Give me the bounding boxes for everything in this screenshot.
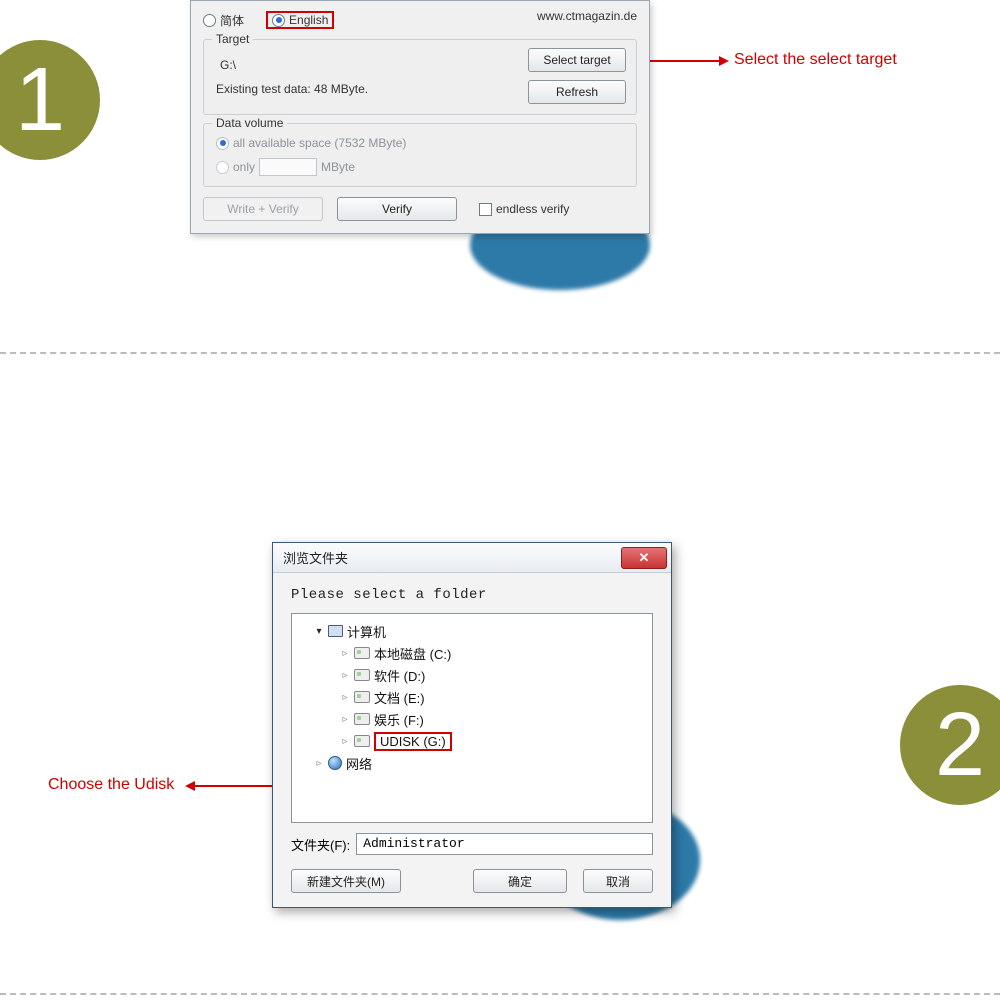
dv-only-radio: only MByte xyxy=(216,158,626,176)
drive-icon xyxy=(354,647,370,659)
tree-item-drive-g[interactable]: UDISK (G:) xyxy=(340,730,644,752)
dv-only-input xyxy=(259,158,317,176)
chevron-right-icon[interactable] xyxy=(340,692,350,702)
drive-icon xyxy=(354,691,370,703)
website-label: www.ctmagazin.de xyxy=(537,9,637,23)
lang-chinese-label: 简体 xyxy=(220,12,244,29)
annotation-text: Select the select target xyxy=(734,51,897,69)
h2testw-dialog: 简体 English www.ctmagazin.de Target G:\ E… xyxy=(190,0,650,234)
tree-label: 文档 (E:) xyxy=(374,688,425,707)
verify-button[interactable]: Verify xyxy=(337,197,457,221)
dialog-prompt: Please select a folder xyxy=(291,587,653,603)
chevron-right-icon[interactable] xyxy=(314,758,324,768)
folder-field[interactable]: Administrator xyxy=(356,833,653,855)
browse-folder-dialog: 浏览文件夹 ✕ Please select a folder 计算机 本地磁盘 … xyxy=(272,542,672,908)
close-button[interactable]: ✕ xyxy=(621,547,667,569)
dialog-title: 浏览文件夹 xyxy=(283,548,348,567)
tree-label: 网络 xyxy=(346,754,372,773)
dv-only-unit: MByte xyxy=(321,160,355,174)
chevron-right-icon[interactable] xyxy=(340,648,350,658)
tree-item-drive-c[interactable]: 本地磁盘 (C:) xyxy=(340,642,644,664)
radio-icon xyxy=(216,161,229,174)
radio-icon xyxy=(272,14,285,27)
select-target-button[interactable]: Select target xyxy=(528,48,626,72)
tree-item-network[interactable]: 网络 xyxy=(314,752,644,774)
tree-label: 娱乐 (F:) xyxy=(374,710,424,729)
chevron-right-icon[interactable] xyxy=(340,714,350,724)
checkbox-icon xyxy=(479,203,492,216)
target-fieldset: Target G:\ Existing test data: 48 MByte.… xyxy=(203,39,637,115)
ok-button[interactable]: 确定 xyxy=(473,869,567,893)
folder-field-label: 文件夹(F): xyxy=(291,835,350,854)
lang-english-radio[interactable]: English xyxy=(266,11,334,29)
endless-verify-label: endless verify xyxy=(496,202,569,216)
divider xyxy=(0,993,1000,995)
endless-verify-checkbox[interactable]: endless verify xyxy=(479,202,569,216)
target-fieldset-title: Target xyxy=(212,32,253,46)
refresh-button[interactable]: Refresh xyxy=(528,80,626,104)
tree-label: UDISK (G:) xyxy=(374,732,452,751)
new-folder-button[interactable]: 新建文件夹(M) xyxy=(291,869,401,893)
chevron-right-icon[interactable] xyxy=(340,736,350,746)
tree-item-computer[interactable]: 计算机 xyxy=(314,620,644,642)
annotation-text: Choose the Udisk xyxy=(48,776,174,794)
write-verify-button: Write + Verify xyxy=(203,197,323,221)
lang-english-label: English xyxy=(289,13,328,27)
dv-all-label: all available space (7532 MByte) xyxy=(233,136,406,150)
tree-item-drive-e[interactable]: 文档 (E:) xyxy=(340,686,644,708)
dv-only-label: only xyxy=(233,160,255,174)
drive-icon xyxy=(354,669,370,681)
divider xyxy=(0,352,1000,354)
step-badge-2: 2 xyxy=(900,685,1000,805)
computer-icon xyxy=(328,625,343,637)
dv-all-radio: all available space (7532 MByte) xyxy=(216,136,626,150)
drive-icon xyxy=(354,735,370,747)
chevron-right-icon[interactable] xyxy=(340,670,350,680)
tree-item-drive-f[interactable]: 娱乐 (F:) xyxy=(340,708,644,730)
titlebar: 浏览文件夹 ✕ xyxy=(273,543,671,573)
data-volume-fieldset: Data volume all available space (7532 MB… xyxy=(203,123,637,187)
cancel-button[interactable]: 取消 xyxy=(583,869,653,893)
lang-chinese-radio[interactable]: 简体 xyxy=(203,12,244,29)
radio-icon xyxy=(216,137,229,150)
tree-label: 计算机 xyxy=(347,622,386,641)
chevron-down-icon[interactable] xyxy=(314,626,324,636)
tree-label: 本地磁盘 (C:) xyxy=(374,644,451,663)
step-badge-1: 1 xyxy=(0,40,100,160)
close-icon: ✕ xyxy=(639,550,650,566)
target-path: G:\ xyxy=(220,58,516,72)
network-icon xyxy=(328,756,342,770)
tree-label: 软件 (D:) xyxy=(374,666,425,685)
drive-icon xyxy=(354,713,370,725)
folder-tree[interactable]: 计算机 本地磁盘 (C:) 软件 (D:) 文档 (E:) 娱乐 (F:) xyxy=(291,613,653,823)
radio-icon xyxy=(203,14,216,27)
existing-data-label: Existing test data: 48 MByte. xyxy=(216,82,516,96)
data-volume-title: Data volume xyxy=(212,116,287,130)
tree-item-drive-d[interactable]: 软件 (D:) xyxy=(340,664,644,686)
